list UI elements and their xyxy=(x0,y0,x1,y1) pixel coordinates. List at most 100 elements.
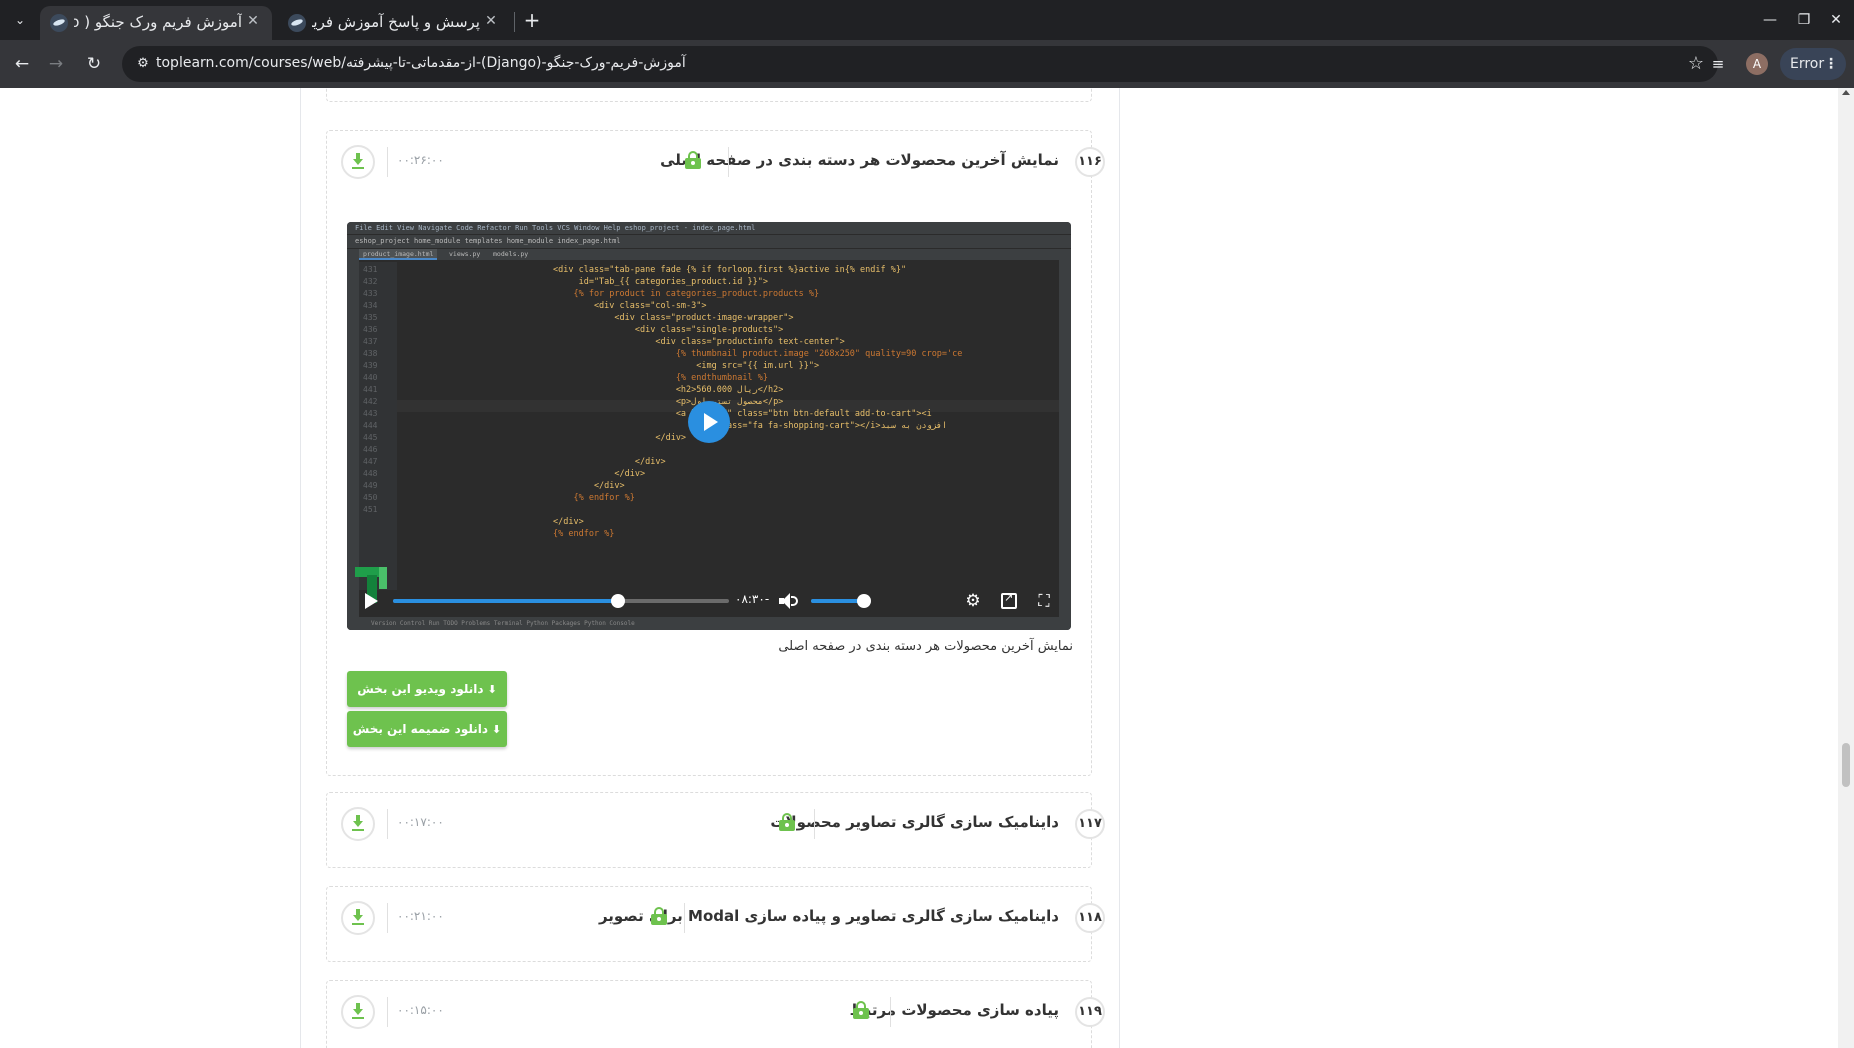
more-menu-icon[interactable]: ⋮ xyxy=(1824,48,1838,80)
volume-icon[interactable] xyxy=(779,593,799,609)
site-info-icon[interactable]: ⚙ xyxy=(134,55,152,73)
ide-code-line: {% endfor %} xyxy=(553,493,635,503)
progress-bar[interactable] xyxy=(393,594,729,608)
ide-line-number: 438 xyxy=(363,349,378,358)
lesson-duration: ۰۰:۱۷:۰۰ xyxy=(397,815,444,829)
lesson-duration: ۰۰:۲۱:۰۰ xyxy=(397,909,444,923)
time-remaining: -۰۸:۳۰ xyxy=(735,592,770,606)
ide-line-number: 444 xyxy=(363,421,378,430)
fullscreen-icon[interactable]: ⛶ xyxy=(1035,592,1053,610)
download-icon xyxy=(353,1003,363,1015)
lesson-number: ۱۱۷ xyxy=(1075,809,1105,839)
unlocked-lock-icon xyxy=(685,151,701,169)
ide-line-number: 441 xyxy=(363,385,378,394)
download-lesson-button[interactable] xyxy=(341,995,375,1029)
tab-search-dropdown-icon[interactable]: ⌄ xyxy=(8,8,32,32)
tab-title: پرسش و پاسخ آموزش فریم xyxy=(312,13,480,31)
address-bar-url[interactable]: toplearn.com/courses/web/از-مقدماتی-تا-پ… xyxy=(156,55,686,71)
download-lesson-button[interactable] xyxy=(341,807,375,841)
ide-code-line: <h2>ریال 560.000</h2> xyxy=(553,385,784,395)
tab-course-django[interactable]: آموزش فریم ورک جنگو ( Django ✕ xyxy=(40,6,272,40)
lesson-header[interactable]: ۱۱۶ نمایش آخرین محصولات هر دسته بندی در … xyxy=(327,131,1105,191)
big-play-icon[interactable] xyxy=(688,401,730,443)
ide-line-number: 437 xyxy=(363,337,378,346)
divider xyxy=(728,147,729,177)
ide-code-line: </div> xyxy=(553,469,646,479)
ide-line-number: 435 xyxy=(363,313,378,322)
lesson-header[interactable]: ۱۱۷ داینامیک سازی گالری تصاویر محصولات ۰… xyxy=(327,793,1105,853)
ide-tab: views.py xyxy=(449,250,481,258)
scrollbar-thumb[interactable] xyxy=(1842,743,1850,787)
forward-arrow-icon[interactable]: → xyxy=(44,52,68,76)
minimize-icon[interactable]: — xyxy=(1758,8,1782,32)
progress-knob[interactable] xyxy=(611,594,626,608)
ide-status-bar: Version Control Run TODO Problems Termin… xyxy=(347,617,1071,630)
ide-line-number: 432 xyxy=(363,277,378,286)
download-attachment-button[interactable]: ⬇دانلود ضمیمه این بخش xyxy=(347,711,507,747)
lesson-header[interactable]: ۱۱۹ پیاده سازی محصولات مرتبط ۰۰:۱۵:۰۰ xyxy=(327,981,1105,1041)
download-icon: ⬇ xyxy=(492,723,502,736)
volume-fill xyxy=(811,599,864,603)
settings-gear-icon[interactable]: ⚙ xyxy=(965,593,981,610)
download-lesson-button[interactable] xyxy=(341,145,375,179)
ide-line-number: 433 xyxy=(363,289,378,298)
lesson-title[interactable]: نمایش آخرین محصولات هر دسته بندی در صفحه… xyxy=(660,151,1059,169)
ide-tab: product_image.html xyxy=(359,249,438,260)
volume-knob[interactable] xyxy=(856,594,871,608)
ide-line-number: 448 xyxy=(363,469,378,478)
ide-editor-tabs: product_image.html views.py models.py xyxy=(359,249,1059,260)
tab-qa[interactable]: پرسش و پاسخ آموزش فریم ✕ xyxy=(278,6,510,40)
close-window-icon[interactable]: ✕ xyxy=(1824,8,1848,32)
new-tab-icon[interactable]: + xyxy=(520,8,544,32)
ide-code-line: <div class="productinfo text-center"> xyxy=(553,337,845,347)
toplearn-favicon-icon xyxy=(50,14,68,32)
ide-code-line: </div> xyxy=(553,457,666,467)
restore-window-icon[interactable]: ❐ xyxy=(1792,8,1816,32)
toplearn-favicon-icon xyxy=(288,14,306,32)
page-scrollbar[interactable] xyxy=(1838,88,1854,1048)
ide-line-number: 436 xyxy=(363,325,378,334)
divider xyxy=(684,903,685,933)
volume-slider[interactable] xyxy=(811,594,871,608)
lesson-header[interactable]: ۱۱۸ داینامیک سازی گالری تصاویر و پیاده س… xyxy=(327,887,1105,947)
download-icon xyxy=(353,909,363,921)
ide-code-line: id="Tab_{{ categories_product.id }}"> xyxy=(553,277,768,287)
tab-title: آموزش فریم ورک جنگو ( Django xyxy=(74,13,242,31)
profile-avatar[interactable]: A xyxy=(1746,53,1768,75)
ide-path-bar: eshop_project home_module templates home… xyxy=(347,234,1071,248)
browser-tab-strip: ⌄ آموزش فریم ورک جنگو ( Django ✕ پرسش و … xyxy=(0,0,1854,40)
media-controls-icon[interactable]: ≡ xyxy=(1706,52,1730,76)
close-tab-icon[interactable]: ✕ xyxy=(482,12,500,30)
ide-code-line: </div> xyxy=(553,517,584,527)
video-controls: -۰۸:۳۰ ⚙ ⛶ xyxy=(347,584,1071,618)
ide-line-number: 443 xyxy=(363,409,378,418)
lesson-title[interactable]: پیاده سازی محصولات مرتبط xyxy=(850,1001,1059,1019)
ide-line-number: 434 xyxy=(363,301,378,310)
bookmark-star-icon[interactable]: ☆ xyxy=(1688,53,1704,74)
ide-line-numbers: 431 432 433 434 435 436 437 438 439 440 441 442 443 4… xyxy=(359,262,397,590)
download-lesson-button[interactable] xyxy=(341,901,375,935)
error-button[interactable]: Error ⋮ xyxy=(1780,48,1846,80)
lesson-title[interactable]: داینامیک سازی گالری تصاویر و پیاده سازی … xyxy=(599,907,1059,925)
close-tab-icon[interactable]: ✕ xyxy=(244,12,262,30)
back-arrow-icon[interactable]: ← xyxy=(10,52,34,76)
scroll-up-arrow-icon[interactable] xyxy=(1842,90,1850,95)
divider xyxy=(387,809,388,839)
ide-code-line: </div> xyxy=(553,433,687,443)
address-bar[interactable]: ⚙ toplearn.com/courses/web/از-مقدماتی-تا… xyxy=(122,46,1718,82)
tab-divider xyxy=(514,12,515,32)
download-icon xyxy=(353,153,363,165)
error-label: Error xyxy=(1790,56,1825,72)
picture-in-picture-icon[interactable] xyxy=(1001,591,1017,609)
reload-icon[interactable]: ↻ xyxy=(82,52,106,76)
ide-line-number: 446 xyxy=(363,445,378,454)
download-video-button[interactable]: ⬇دانلود ویدیو این بخش xyxy=(347,671,507,707)
ide-code-line: {% endfor %} xyxy=(553,529,615,539)
ide-code-line: <div class="product-image-wrapper"> xyxy=(553,313,794,323)
play-icon[interactable] xyxy=(365,593,378,609)
ide-code-line: <div class="col-sm-3"> xyxy=(553,301,707,311)
video-player[interactable]: File Edit View Navigate Code Refactor Ru… xyxy=(347,222,1071,630)
ide-menu-bar: File Edit View Navigate Code Refactor Ru… xyxy=(347,222,1071,234)
download-attachment-label: دانلود ضمیمه این بخش xyxy=(352,722,489,736)
lesson-card-116: ۱۱۶ نمایش آخرین محصولات هر دسته بندی در … xyxy=(326,130,1105,776)
